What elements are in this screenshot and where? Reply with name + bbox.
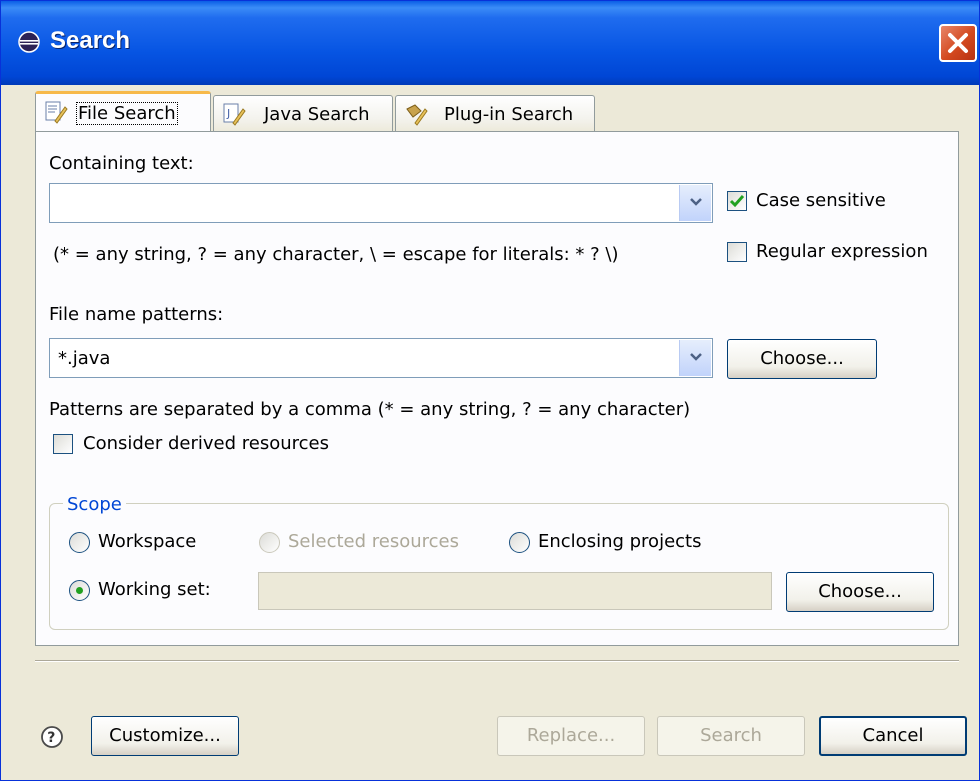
enclosing-projects-radio[interactable] <box>509 532 530 553</box>
tab-label: Plug-in Search <box>444 104 574 125</box>
tab-file-search[interactable]: File Search <box>35 91 211 133</box>
footer-separator <box>35 660 959 662</box>
svg-text:?: ? <box>47 730 55 746</box>
radio-selected-dot <box>76 587 83 594</box>
workspace-label[interactable]: Workspace <box>98 531 196 552</box>
title-bar[interactable]: Search <box>1 1 979 85</box>
customize-button[interactable]: Customize... <box>91 716 239 756</box>
containing-text-hint: (* = any string, ? = any character, \ = … <box>53 244 619 265</box>
scope-title: Scope <box>63 494 126 515</box>
tab-java-search[interactable]: J Java Search <box>213 95 393 133</box>
derived-resources-checkbox[interactable] <box>53 434 73 454</box>
eclipse-icon <box>18 31 40 53</box>
chevron-down-icon <box>690 353 702 361</box>
regex-label[interactable]: Regular expression <box>756 241 928 262</box>
help-icon[interactable]: ? <box>40 725 64 749</box>
close-icon <box>948 33 968 53</box>
workspace-radio[interactable] <box>69 532 90 553</box>
file-name-patterns-label: File name patterns: <box>49 304 224 325</box>
replace-button: Replace... <box>497 716 645 756</box>
selected-resources-radio <box>259 532 280 553</box>
working-set-radio[interactable] <box>69 580 90 601</box>
case-sensitive-label[interactable]: Case sensitive <box>756 190 886 211</box>
derived-resources-label[interactable]: Consider derived resources <box>83 433 329 454</box>
java-search-icon: J <box>223 103 246 126</box>
tab-label: File Search <box>76 102 178 125</box>
patterns-choose-button[interactable]: Choose... <box>727 339 877 379</box>
plugin-search-icon <box>406 104 428 126</box>
enclosing-projects-label[interactable]: Enclosing projects <box>538 531 701 552</box>
svg-text:J: J <box>226 107 230 120</box>
containing-text-combo[interactable] <box>49 183 713 223</box>
working-set-label[interactable]: Working set: <box>98 579 211 600</box>
search-button: Search <box>657 716 805 756</box>
regex-checkbox[interactable] <box>727 242 747 262</box>
containing-text-dropdown[interactable] <box>679 185 711 221</box>
file-name-patterns-value: *.java <box>58 348 111 369</box>
working-set-field <box>258 572 772 610</box>
selected-resources-label: Selected resources <box>288 531 459 552</box>
cancel-button[interactable]: Cancel <box>819 716 967 756</box>
working-set-choose-button[interactable]: Choose... <box>786 572 934 612</box>
chevron-down-icon <box>690 198 702 206</box>
tab-plugin-search[interactable]: Plug-in Search <box>395 95 595 133</box>
file-name-patterns-dropdown[interactable] <box>679 340 711 376</box>
file-search-icon <box>45 101 68 124</box>
patterns-hint: Patterns are separated by a comma (* = a… <box>49 399 691 420</box>
window-title: Search <box>50 27 131 54</box>
tab-label: Java Search <box>264 104 370 125</box>
close-button[interactable] <box>939 24 977 62</box>
checkmark-icon <box>729 195 745 208</box>
search-dialog: Search File Search J Java Search Plug-in… <box>0 0 980 781</box>
containing-text-label: Containing text: <box>49 153 194 174</box>
case-sensitive-checkbox[interactable] <box>727 191 747 211</box>
file-name-patterns-combo[interactable]: *.java <box>49 338 713 378</box>
